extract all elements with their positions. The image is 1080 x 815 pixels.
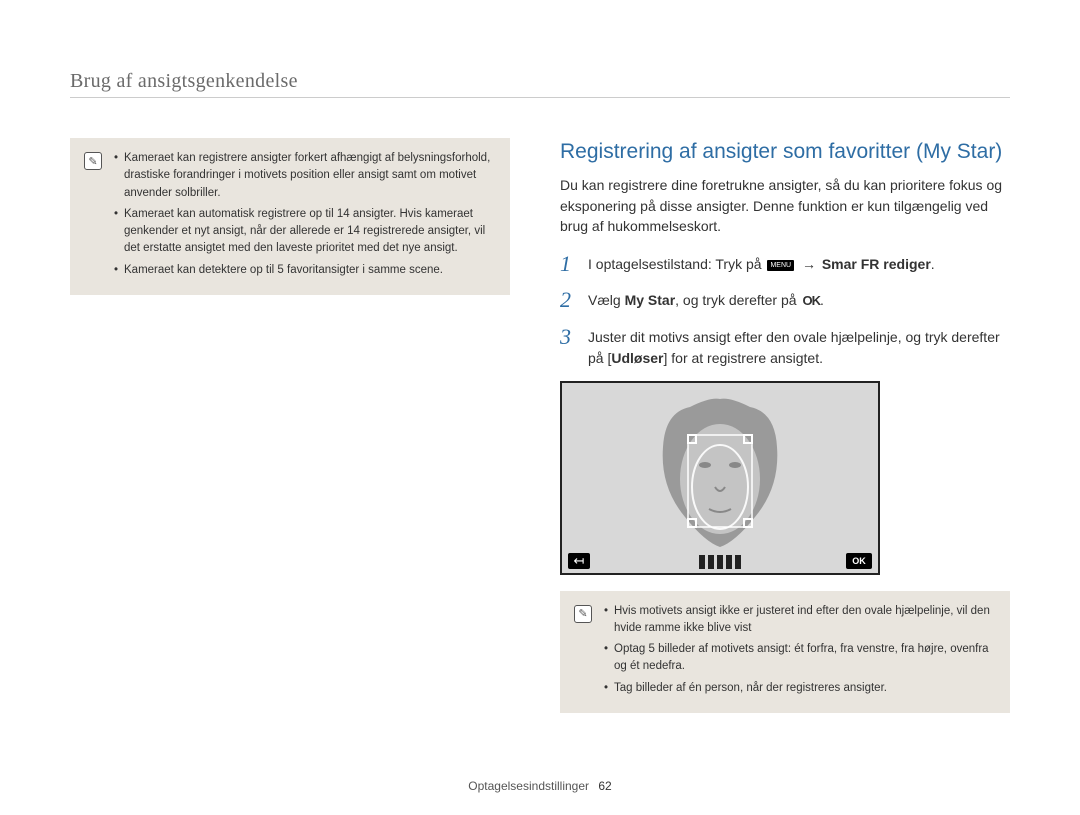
note-item: Optag 5 billeder af motivets ansigt: ét … (604, 641, 996, 676)
note-icon: ✎ (574, 605, 592, 623)
content-columns: ✎ Kameraet kan registrere ansigter forke… (70, 138, 1010, 713)
step-number: 1 (560, 252, 578, 276)
tick (726, 555, 732, 569)
step-prefix: I optagelsestilstand: Tryk på (588, 256, 765, 272)
step-suffix: ] for at registrere ansigtet. (663, 350, 823, 366)
menu-icon: MENU (767, 260, 794, 271)
intro-text: Du kan registrere dine foretrukne ansigt… (560, 175, 1010, 236)
footer-section: Optagelsesindstillinger (468, 779, 589, 793)
left-note-box: ✎ Kameraet kan registrere ansigter forke… (70, 138, 510, 295)
shot-indicator (699, 555, 741, 569)
camera-ok-button[interactable]: OK (846, 553, 872, 569)
page-footer: Optagelsesindstillinger 62 (0, 779, 1080, 793)
right-column: Registrering af ansigter som favoritter … (560, 138, 1010, 713)
step-bold: My Star (625, 292, 676, 308)
page-title: Brug af ansigtsgenkendelse (70, 70, 1010, 93)
step-suffix: . (820, 292, 824, 308)
right-note-box: ✎ Hvis motivets ansigt ikke er justeret … (560, 591, 1010, 713)
step-prefix: Vælg (588, 292, 625, 308)
step-number: 3 (560, 325, 578, 369)
note-item: Kameraet kan registrere ansigter forkert… (114, 150, 496, 202)
step-text: Vælg My Star, og tryk derefter på OK. (588, 288, 824, 312)
step-bold: Udløser (611, 350, 663, 366)
step-text: Juster dit motivs ansigt efter den ovale… (588, 325, 1010, 369)
step-number: 2 (560, 288, 578, 312)
note-item: Hvis motivets ansigt ikke er justeret in… (604, 603, 996, 638)
camera-back-button[interactable]: ↤ (568, 553, 590, 569)
title-divider (70, 97, 1010, 98)
step-bold: Smar FR rediger (822, 256, 931, 272)
note-content: Kameraet kan registrere ansigter forkert… (114, 150, 496, 283)
tick (699, 555, 705, 569)
arrow-icon: → (802, 256, 816, 272)
tick (735, 555, 741, 569)
tick (708, 555, 714, 569)
note-item: Kameraet kan detektere op til 5 favorita… (114, 262, 496, 279)
step-text: I optagelsestilstand: Tryk på MENU → Sma… (588, 252, 935, 276)
tick (717, 555, 723, 569)
camera-preview: ↤ OK (560, 381, 880, 575)
section-heading: Registrering af ansigter som favoritter … (560, 138, 1010, 165)
step-2: 2 Vælg My Star, og tryk derefter på OK. (560, 288, 1010, 312)
note-icon: ✎ (84, 152, 102, 170)
note-item: Tag billeder af én person, når der regis… (604, 680, 996, 697)
note-content: Hvis motivets ansigt ikke er justeret in… (604, 603, 996, 701)
step-3: 3 Juster dit motivs ansigt efter den ova… (560, 325, 1010, 369)
left-column: ✎ Kameraet kan registrere ansigter forke… (70, 138, 510, 713)
step-suffix: . (931, 256, 935, 272)
face-illustration (635, 387, 805, 557)
note-item: Kameraet kan automatisk registrere op ti… (114, 206, 496, 258)
ok-icon: OK (802, 291, 820, 311)
step-1: 1 I optagelsestilstand: Tryk på MENU → S… (560, 252, 1010, 276)
footer-page-number: 62 (598, 779, 611, 793)
step-mid: , og tryk derefter på (675, 292, 800, 308)
